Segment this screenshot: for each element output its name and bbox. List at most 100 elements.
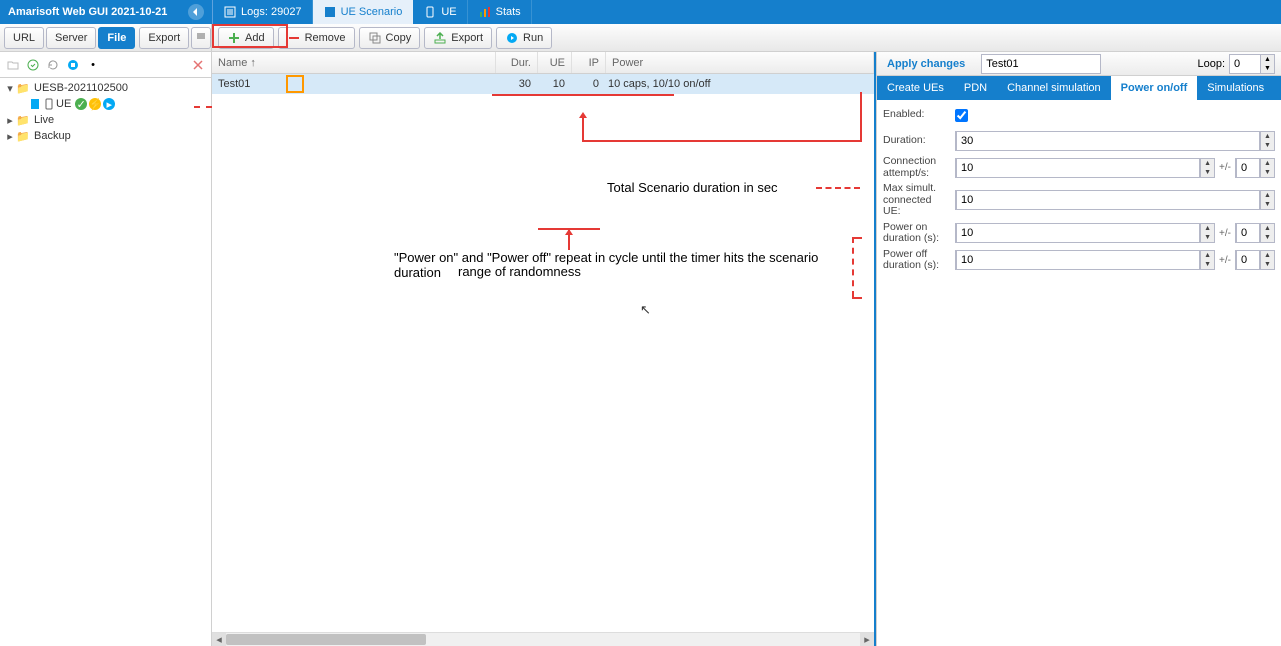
loop-spinner[interactable]: ▲▼ xyxy=(1229,54,1275,74)
sidebar-menu-button[interactable] xyxy=(191,27,211,49)
annotations-overlay: Total Scenario duration in sec "Power on… xyxy=(212,52,874,646)
spin-down-icon[interactable]: ▼ xyxy=(1200,233,1214,242)
col-name[interactable]: Name ↑ xyxy=(212,52,496,73)
spin-down-icon[interactable]: ▼ xyxy=(1260,141,1274,150)
stop-icon[interactable] xyxy=(66,58,80,72)
apply-changes-button[interactable]: Apply changes xyxy=(877,52,975,76)
save-icon[interactable] xyxy=(26,58,40,72)
chevron-right-icon[interactable]: ▸ xyxy=(4,130,16,143)
spin-up-icon[interactable]: ▲ xyxy=(1260,55,1274,64)
rp-tab-pdn[interactable]: PDN xyxy=(954,76,997,100)
col-name-label: Name ↑ xyxy=(218,57,256,69)
col-ue[interactable]: UE xyxy=(538,52,572,73)
row-ip: 0 xyxy=(593,78,599,90)
annotation-underline-1 xyxy=(492,94,674,96)
content-split: Name ↑ Dur. UE IP Power Test01 30 10 0 1… xyxy=(212,52,1281,646)
status-play-icon: ▸ xyxy=(103,98,115,110)
rp-tab-sim-label: Simulations xyxy=(1207,82,1264,94)
rp-tab-create-label: Create UEs xyxy=(887,82,944,94)
sidebar-export-button[interactable]: Export xyxy=(139,27,189,49)
pon-input[interactable] xyxy=(956,223,1200,243)
col-ue-label: UE xyxy=(550,57,565,69)
chevron-down-icon[interactable]: ▾ xyxy=(4,82,16,95)
spin-down-icon[interactable]: ▼ xyxy=(1260,64,1274,73)
maxue-input[interactable] xyxy=(956,190,1260,210)
spin-up-icon[interactable]: ▲ xyxy=(1200,159,1214,168)
capps-pm-spinner[interactable]: ▲▼ xyxy=(1235,158,1275,178)
rp-tab-create[interactable]: Create UEs xyxy=(877,76,954,100)
spin-up-icon[interactable]: ▲ xyxy=(1260,191,1274,200)
folder-open-icon[interactable] xyxy=(6,58,20,72)
grid-horizontal-scrollbar[interactable]: ◂ ▸ xyxy=(212,632,874,646)
rp-tab-channel[interactable]: Channel simulation xyxy=(997,76,1111,100)
scroll-right-icon[interactable]: ▸ xyxy=(860,633,874,646)
spin-up-icon[interactable]: ▲ xyxy=(1200,251,1214,260)
spin-up-icon[interactable]: ▲ xyxy=(1260,224,1274,233)
server-button[interactable]: Server xyxy=(46,27,96,49)
spin-down-icon[interactable]: ▼ xyxy=(1200,260,1214,269)
spin-down-icon[interactable]: ▼ xyxy=(1260,168,1274,177)
capps-spinner[interactable]: ▲▼ xyxy=(955,158,1215,178)
scroll-left-icon[interactable]: ◂ xyxy=(212,633,226,646)
dot-separator-icon: • xyxy=(86,58,100,72)
chevron-right-icon[interactable]: ▸ xyxy=(4,114,16,127)
capps-input[interactable] xyxy=(956,158,1200,178)
spin-up-icon[interactable]: ▲ xyxy=(1260,251,1274,260)
pon-pm-input[interactable] xyxy=(1236,223,1260,243)
capps-pm-input[interactable] xyxy=(1236,158,1260,178)
tree-ue-row[interactable]: UE ✓ ⚡ ▸ xyxy=(0,96,211,112)
spin-down-icon[interactable]: ▼ xyxy=(1200,168,1214,177)
url-button[interactable]: URL xyxy=(4,27,44,49)
refresh-icon[interactable] xyxy=(46,58,60,72)
copy-button[interactable]: Copy xyxy=(359,27,421,49)
spin-down-icon[interactable]: ▼ xyxy=(1260,260,1274,269)
col-ip[interactable]: IP xyxy=(572,52,606,73)
rp-tab-power[interactable]: Power on/off xyxy=(1111,76,1198,100)
tab-logs[interactable]: Logs: 29027 xyxy=(213,0,313,24)
pon-spinner[interactable]: ▲▼ xyxy=(955,223,1215,243)
run-button[interactable]: Run xyxy=(496,27,552,49)
collapse-sidebar-icon[interactable] xyxy=(188,4,204,20)
enabled-checkbox[interactable] xyxy=(955,109,968,122)
maxue-spinner[interactable]: ▲▼ xyxy=(955,190,1275,210)
tab-ue-scenario[interactable]: UE Scenario xyxy=(313,0,414,24)
pon-pm-spinner[interactable]: ▲▼ xyxy=(1235,223,1275,243)
col-power[interactable]: Power xyxy=(606,52,874,73)
grid-row[interactable]: Test01 30 10 0 10 caps, 10/10 on/off xyxy=(212,74,874,94)
poff-pm-spinner[interactable]: ▲▼ xyxy=(1235,250,1275,270)
spin-down-icon[interactable]: ▼ xyxy=(1260,233,1274,242)
duration-input[interactable] xyxy=(956,131,1260,151)
tree-root-row[interactable]: ▾ 📁 UESB-2021102500 xyxy=(0,80,211,96)
scenario-name-input[interactable] xyxy=(981,54,1101,74)
tree-backup-row[interactable]: ▸ 📁 Backup xyxy=(0,128,211,144)
enabled-label: Enabled: xyxy=(883,109,955,121)
file-button[interactable]: File xyxy=(98,27,135,49)
rp-tab-sim[interactable]: Simulations xyxy=(1197,76,1274,100)
close-file-icon[interactable] xyxy=(191,58,205,72)
file-label: File xyxy=(107,32,126,44)
tab-ue[interactable]: UE xyxy=(413,0,467,24)
spin-up-icon[interactable]: ▲ xyxy=(1200,224,1214,233)
poff-input[interactable] xyxy=(956,250,1200,270)
add-button[interactable]: Add xyxy=(218,27,274,49)
spin-up-icon[interactable]: ▲ xyxy=(1260,159,1274,168)
annotation-total-duration: Total Scenario duration in sec xyxy=(607,180,778,195)
rp-tab-channel-label: Channel simulation xyxy=(1007,82,1101,94)
scroll-thumb[interactable] xyxy=(226,634,426,645)
poff-spinner[interactable]: ▲▼ xyxy=(955,250,1215,270)
spin-down-icon[interactable]: ▼ xyxy=(1260,200,1274,209)
loop-input[interactable] xyxy=(1230,55,1260,73)
spin-up-icon[interactable]: ▲ xyxy=(1260,132,1274,141)
duration-spinner[interactable]: ▲▼ xyxy=(955,131,1275,151)
tree-live-row[interactable]: ▸ 📁 Live xyxy=(0,112,211,128)
poff-pm-input[interactable] xyxy=(1236,250,1260,270)
remove-label: Remove xyxy=(305,32,346,44)
tree: ▾ 📁 UESB-2021102500 UE ✓ ⚡ ▸ ▸ 📁 Live ▸ … xyxy=(0,78,211,146)
tab-stats[interactable]: Stats xyxy=(468,0,532,24)
remove-button[interactable]: Remove xyxy=(278,27,355,49)
menu-icon xyxy=(196,31,206,44)
tab-stats-label: Stats xyxy=(496,6,521,18)
rp-tab-power-label: Power on/off xyxy=(1121,82,1188,94)
col-dur[interactable]: Dur. xyxy=(496,52,538,73)
main-export-button[interactable]: Export xyxy=(424,27,492,49)
